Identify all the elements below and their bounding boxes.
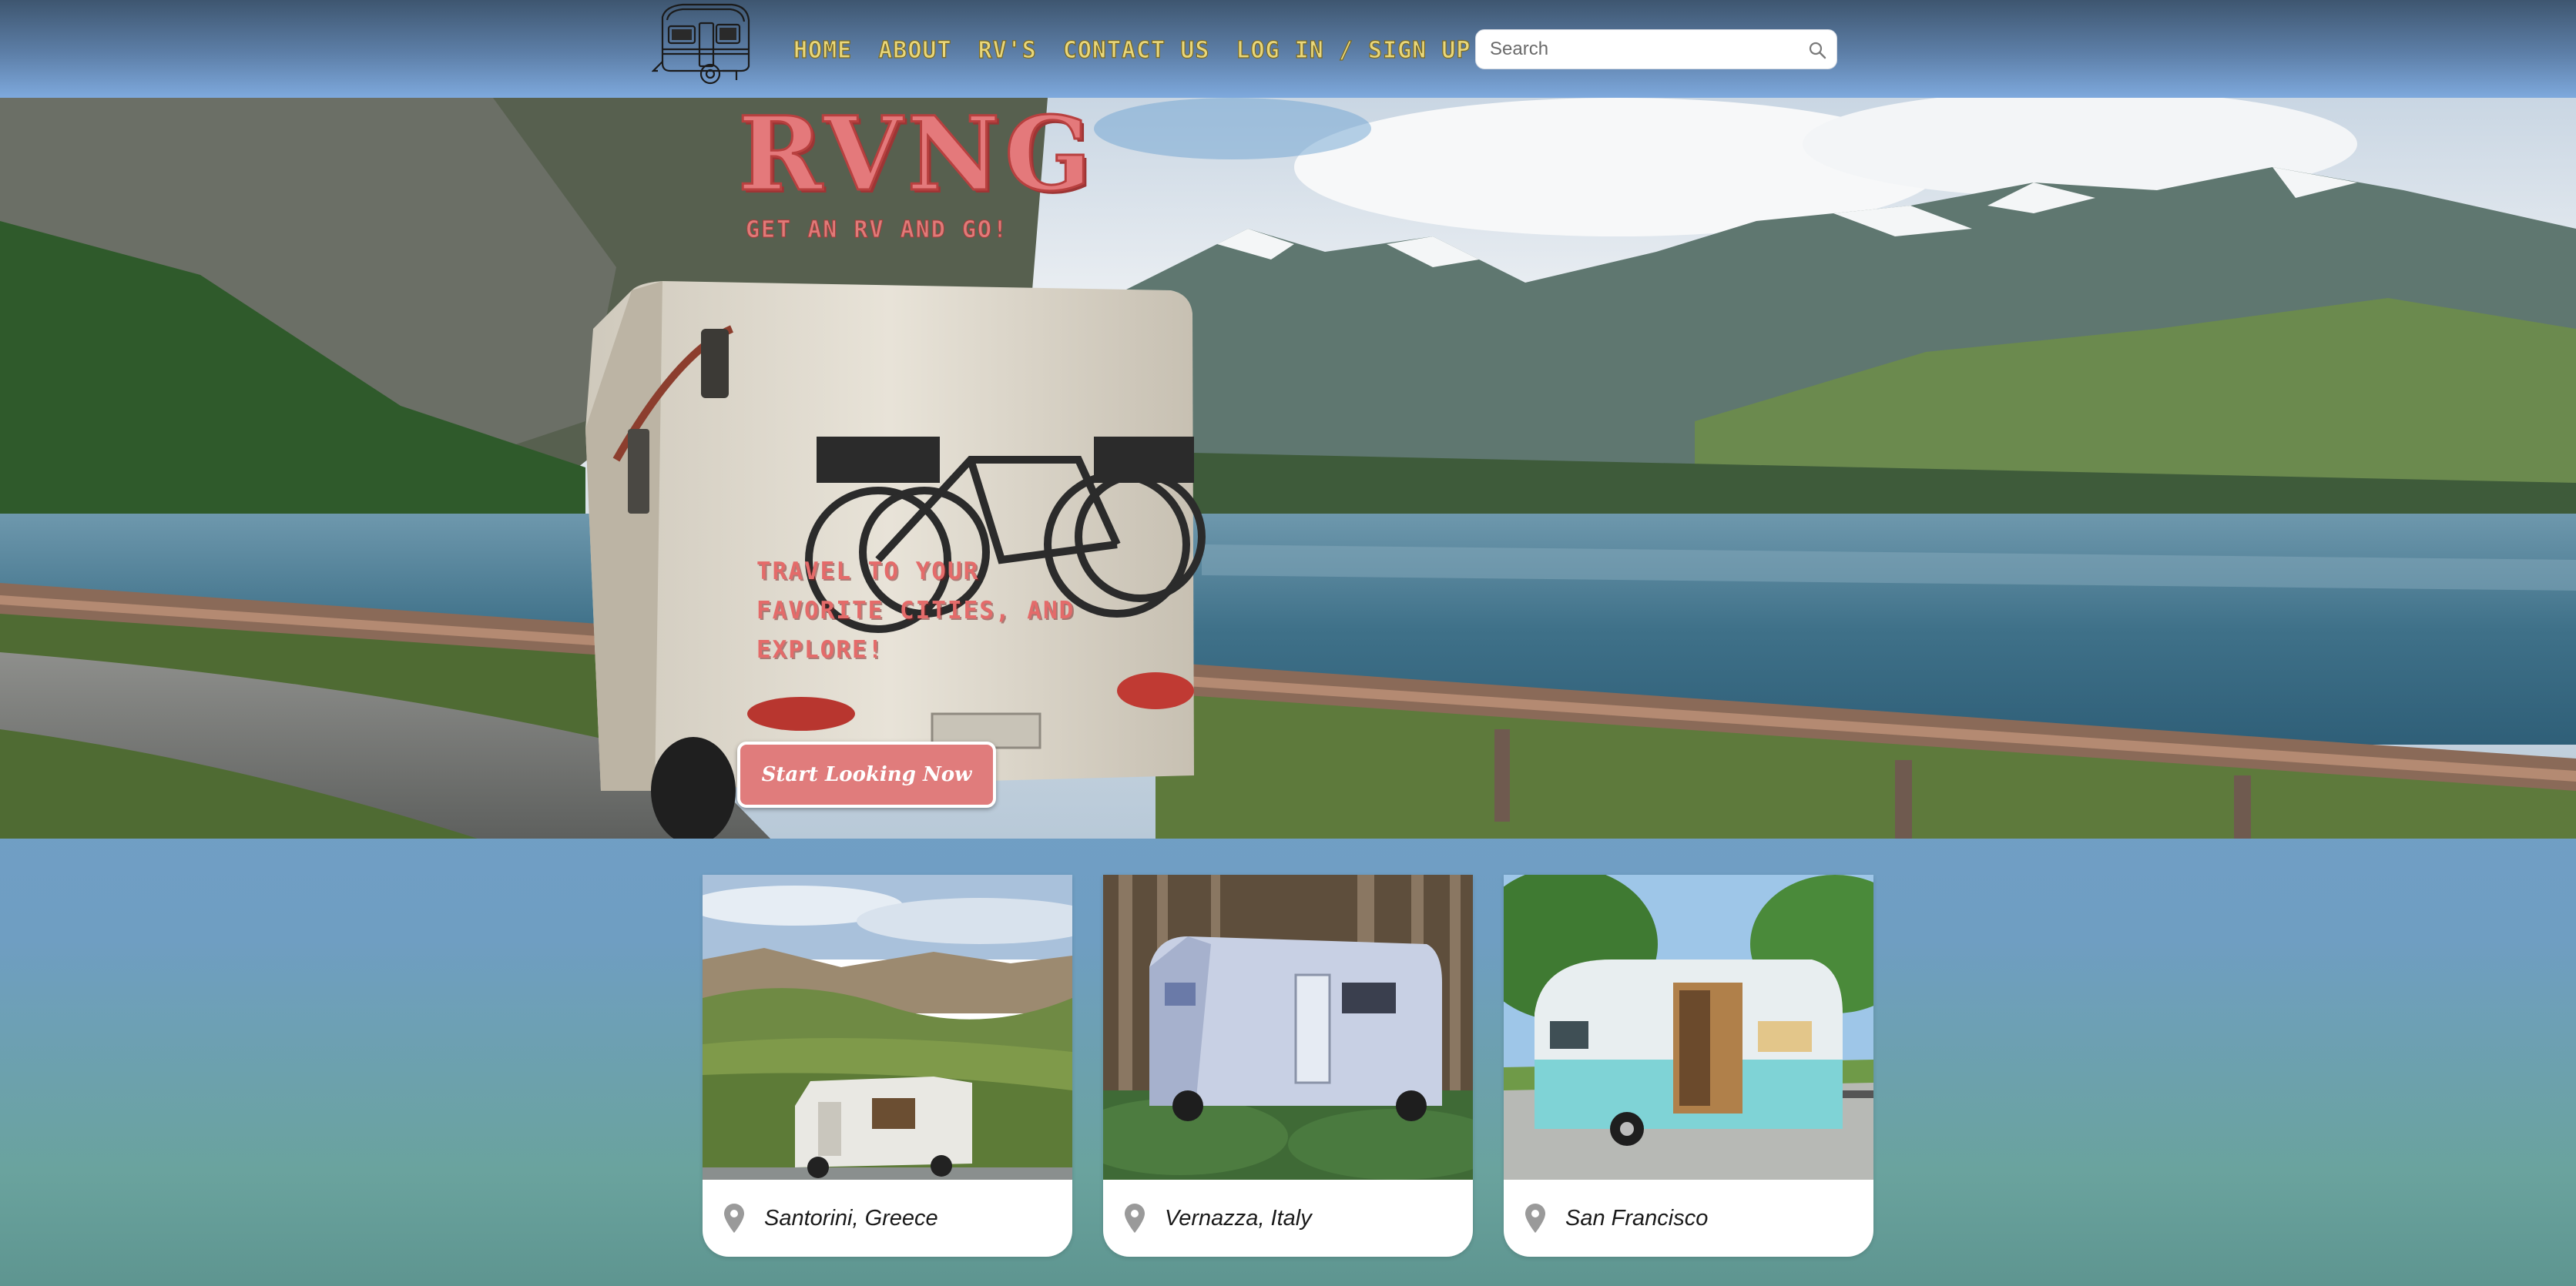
- destination-card-santorini[interactable]: Santorini, Greece: [703, 875, 1072, 1257]
- destination-card-vernazza[interactable]: Vernazza, Italy: [1103, 875, 1473, 1257]
- brand-subtitle: Get an RV and go!: [745, 216, 1009, 244]
- location-pin-icon: [1125, 1204, 1145, 1233]
- main-nav: Home About RV's Contact Us Log In / Sign…: [793, 31, 1497, 69]
- card-caption: Santorini, Greece: [703, 1180, 1072, 1257]
- hero-background-image: [0, 98, 2576, 839]
- start-looking-button[interactable]: Start Looking Now: [737, 742, 996, 808]
- card-image-vernazza: [1103, 875, 1473, 1180]
- card-location-label: Santorini, Greece: [764, 1205, 938, 1231]
- camper-trailer-logo-icon[interactable]: [651, 0, 755, 89]
- card-image-santorini: [703, 875, 1072, 1180]
- hero-section: RVNG Get an RV and go! Travel to your fa…: [0, 98, 2576, 839]
- location-pin-icon: [724, 1204, 744, 1233]
- navbar: Home About RV's Contact Us Log In / Sign…: [0, 0, 2576, 98]
- nav-home-link[interactable]: Home: [793, 36, 852, 64]
- search-box: [1475, 29, 1837, 69]
- nav-rvs-link[interactable]: RV's: [978, 36, 1037, 64]
- search-input[interactable]: [1476, 31, 1784, 68]
- destination-card-san-francisco[interactable]: San Francisco: [1504, 875, 1873, 1257]
- card-caption: Vernazza, Italy: [1103, 1180, 1473, 1257]
- brand-title: RVNG: [737, 98, 1096, 214]
- nav-contact-link[interactable]: Contact Us: [1062, 36, 1210, 64]
- card-image-san-francisco: [1504, 875, 1873, 1180]
- card-location-label: San Francisco: [1565, 1205, 1709, 1231]
- card-location-label: Vernazza, Italy: [1165, 1205, 1312, 1231]
- hero-tagline: Travel to your favorite cities, and expl…: [756, 558, 1075, 664]
- search-icon[interactable]: [1807, 40, 1827, 60]
- location-pin-icon: [1525, 1204, 1545, 1233]
- card-caption: San Francisco: [1504, 1180, 1873, 1257]
- nav-about-link[interactable]: About: [878, 36, 952, 64]
- nav-login-signup-link[interactable]: Log In / Sign Up: [1236, 36, 1471, 64]
